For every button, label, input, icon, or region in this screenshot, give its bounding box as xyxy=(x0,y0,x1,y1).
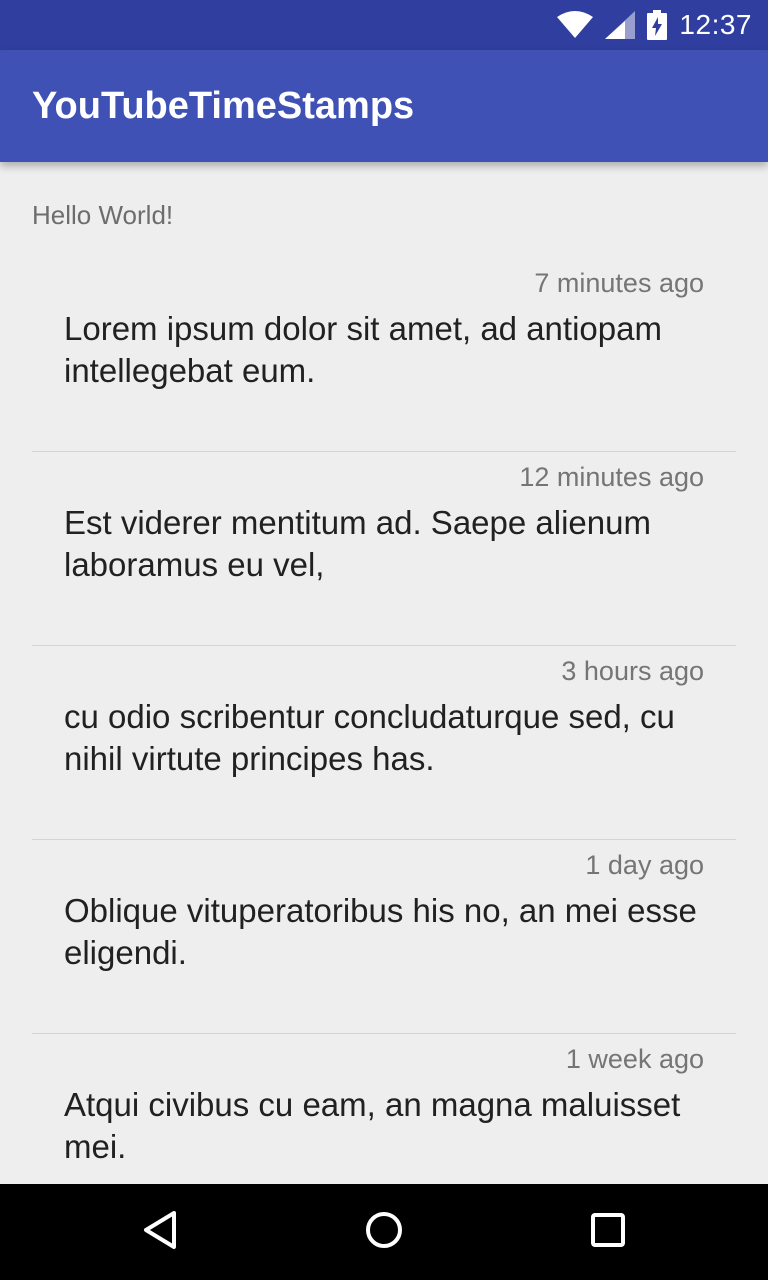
list-item[interactable]: 12 minutes ago Est viderer mentitum ad. … xyxy=(32,452,736,646)
item-text: Atqui civibus cu eam, an magna maluisset… xyxy=(64,1086,681,1165)
battery-charging-icon xyxy=(647,10,668,40)
item-text: cu odio scribentur concludaturque sed, c… xyxy=(64,698,675,777)
timestamp-list[interactable]: 7 minutes ago Lorem ipsum dolor sit amet… xyxy=(32,258,736,1184)
app-bar: YouTubeTimeStamps xyxy=(0,50,768,162)
back-icon xyxy=(142,1210,178,1255)
item-text: Oblique vituperatoribus his no, an mei e… xyxy=(64,892,697,971)
list-item[interactable]: 1 day ago Oblique vituperatoribus his no… xyxy=(32,840,736,1034)
item-timestamp: 12 minutes ago xyxy=(519,462,704,492)
home-icon xyxy=(364,1210,404,1255)
item-timestamp: 1 week ago xyxy=(565,1044,704,1074)
signal-icon xyxy=(605,11,636,39)
home-button[interactable] xyxy=(360,1208,408,1256)
item-text: Est viderer mentitum ad. Saepe alienum l… xyxy=(64,504,651,583)
item-timestamp: 7 minutes ago xyxy=(534,268,704,298)
back-button[interactable] xyxy=(136,1208,184,1256)
list-item[interactable]: 1 week ago Atqui civibus cu eam, an magn… xyxy=(32,1034,736,1184)
status-time: 12:37 xyxy=(679,9,752,40)
wifi-icon xyxy=(557,11,594,39)
app-title: YouTubeTimeStamps xyxy=(32,84,415,127)
list-item[interactable]: 3 hours ago cu odio scribentur concludat… xyxy=(32,646,736,840)
hello-text: Hello World! xyxy=(32,200,174,230)
status-bar: 12:37 xyxy=(0,0,768,50)
item-timestamp: 1 day ago xyxy=(585,850,704,880)
list-item[interactable]: 7 minutes ago Lorem ipsum dolor sit amet… xyxy=(32,258,736,452)
item-text: Lorem ipsum dolor sit amet, ad antiopam … xyxy=(64,310,662,389)
recents-button[interactable] xyxy=(584,1208,632,1256)
navigation-bar xyxy=(0,1184,768,1280)
item-timestamp: 3 hours ago xyxy=(561,656,704,686)
main-content: Hello World! 7 minutes ago Lorem ipsum d… xyxy=(0,162,768,1184)
recents-icon xyxy=(590,1212,626,1253)
